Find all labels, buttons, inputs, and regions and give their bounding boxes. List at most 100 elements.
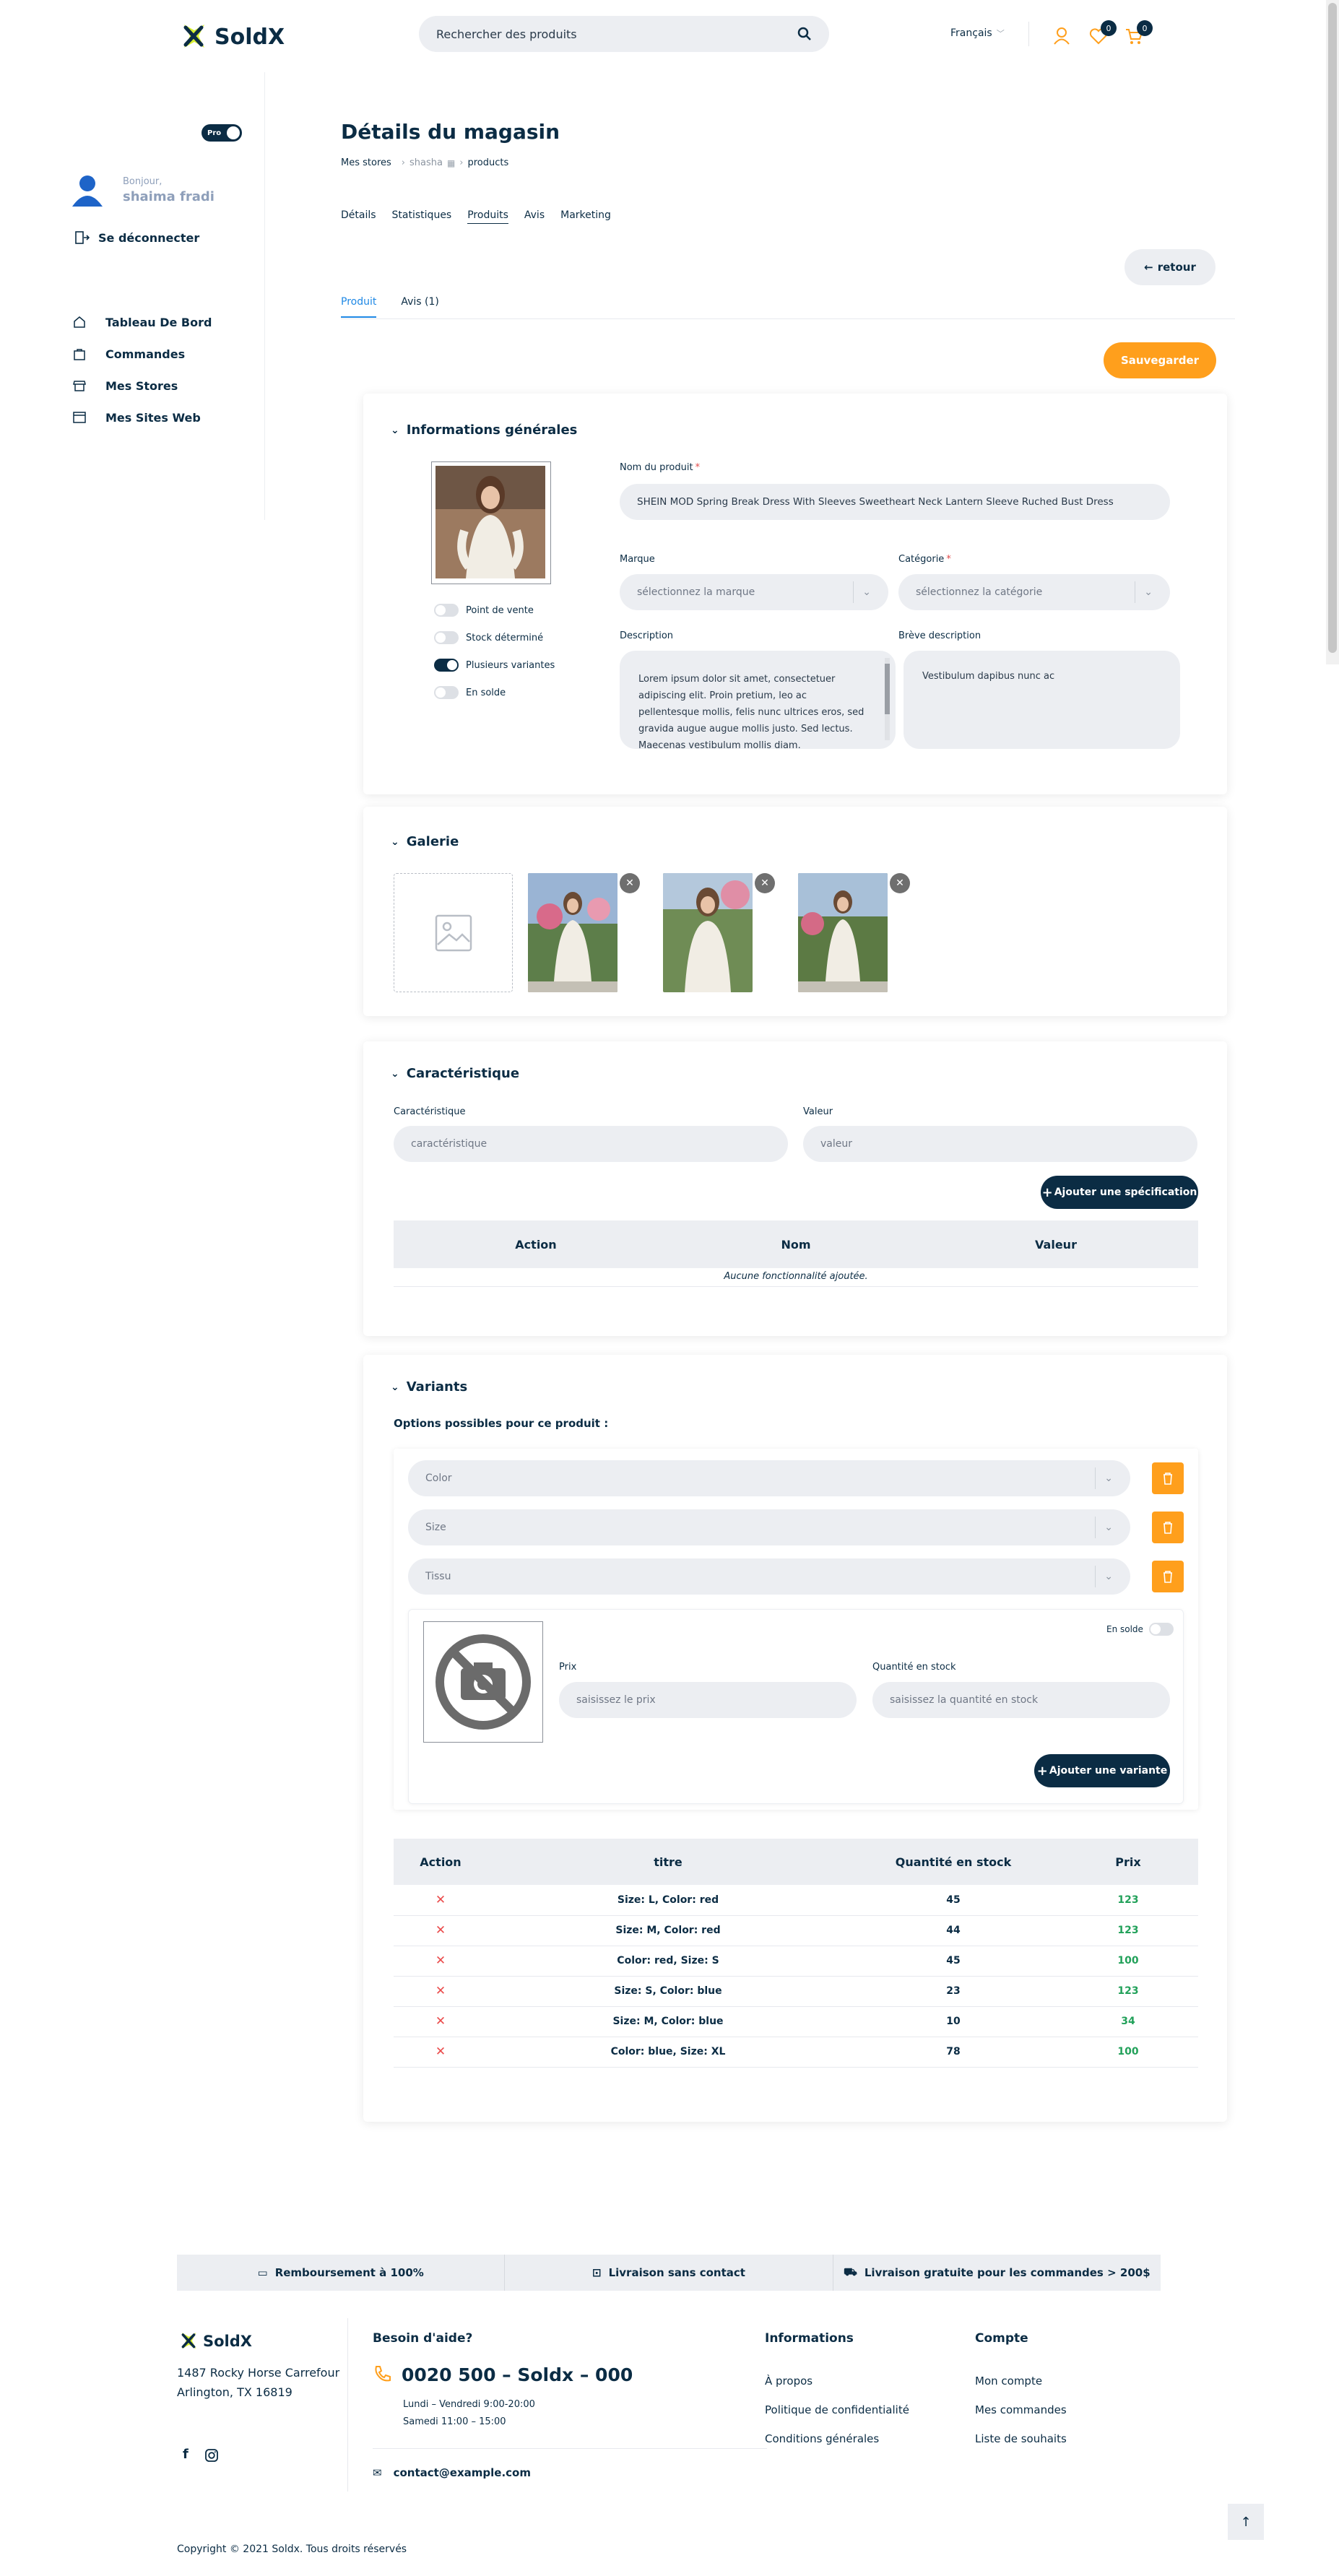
delete-option-button[interactable] <box>1152 1512 1184 1543</box>
tab-details[interactable]: Détails <box>341 209 376 224</box>
variant-price: 100 <box>1058 2037 1198 2068</box>
tab-reviews[interactable]: Avis <box>524 209 545 224</box>
short-description-textarea[interactable]: Vestibulum dapibus nunc ac <box>904 651 1180 749</box>
footer-link-terms[interactable]: Conditions générales <box>765 2432 879 2445</box>
gallery-image[interactable] <box>798 873 888 992</box>
feature-label: Caractéristique <box>394 1106 466 1117</box>
footer-link-about[interactable]: À propos <box>765 2375 812 2388</box>
feature-input[interactable]: caractéristique <box>394 1126 788 1162</box>
stock-label: Quantité en stock <box>872 1662 956 1673</box>
toggle-stock[interactable]: Stock déterminé <box>434 631 543 644</box>
variant-price: 34 <box>1058 2006 1198 2037</box>
footer-link-privacy[interactable]: Politique de confidentialité <box>765 2403 909 2416</box>
add-spec-button[interactable]: + Ajouter une spécification <box>1041 1176 1198 1209</box>
value-label: Valeur <box>803 1106 833 1117</box>
subtab-product[interactable]: Produit <box>341 296 377 318</box>
language-select[interactable]: Français ﹀ <box>950 27 1005 39</box>
search-input[interactable]: Rechercher des produits <box>436 27 577 41</box>
features-header[interactable]: ⌄ Caractéristique <box>391 1066 519 1081</box>
sidebar-item-websites[interactable]: Mes Sites Web <box>72 410 201 425</box>
toggle-on-sale[interactable]: En solde <box>434 686 506 699</box>
toggle-switch[interactable] <box>434 686 459 699</box>
page-scrollbar[interactable] <box>1326 0 1339 664</box>
tab-statistics[interactable]: Statistiques <box>392 209 452 224</box>
tab-products[interactable]: Produits <box>467 209 508 224</box>
gallery-image[interactable] <box>663 873 753 992</box>
footer-link-wishlist[interactable]: Liste de souhaits <box>975 2432 1067 2445</box>
add-image-dropzone[interactable] <box>394 873 513 992</box>
feature-label: Livraison gratuite pour les commandes > … <box>864 2266 1150 2279</box>
delete-option-button[interactable] <box>1152 1561 1184 1592</box>
option-select-size[interactable]: Size ⌄ <box>408 1509 1130 1545</box>
gallery-image[interactable] <box>528 873 618 992</box>
user-icon[interactable] <box>1052 26 1071 45</box>
delete-variant-icon[interactable]: ✕ <box>394 1885 488 1916</box>
toggle-switch[interactable] <box>1148 1623 1174 1636</box>
description-textarea[interactable]: Lorem ipsum dolor sit amet, consectetuer… <box>620 651 896 749</box>
toggle-variants[interactable]: Plusieurs variantes <box>434 659 555 672</box>
option-select-fabric[interactable]: Tissu ⌄ <box>408 1558 1130 1595</box>
delete-variant-icon[interactable]: ✕ <box>394 2006 488 2037</box>
footer-email[interactable]: ✉ contact@example.com <box>373 2466 531 2479</box>
pro-toggle[interactable]: Pro <box>202 124 242 142</box>
browser-icon <box>73 412 86 423</box>
remove-image-button[interactable]: ✕ <box>755 873 775 893</box>
breadcrumb: Mes stores › shasha ▦ › products <box>341 157 508 168</box>
tab-marketing[interactable]: Marketing <box>560 209 611 224</box>
toggle-point-of-sale[interactable]: Point de vente <box>434 604 534 617</box>
delete-option-button[interactable] <box>1152 1462 1184 1494</box>
instagram-icon[interactable] <box>204 2448 219 2463</box>
breadcrumb-item[interactable]: Mes stores <box>341 157 391 168</box>
header-logo[interactable]: SoldX <box>177 20 285 53</box>
search-bar[interactable]: Rechercher des produits <box>419 16 829 52</box>
toggle-switch[interactable] <box>434 631 459 644</box>
variants-header[interactable]: ⌄ Variants <box>391 1379 467 1395</box>
category-select[interactable]: sélectionnez la catégorie ⌄ <box>898 574 1170 610</box>
remove-image-button[interactable]: ✕ <box>890 873 910 893</box>
textarea-scrollbar[interactable] <box>885 658 890 740</box>
toggle-switch[interactable] <box>434 659 459 672</box>
option-select-color[interactable]: Color ⌄ <box>408 1460 1130 1496</box>
scroll-top-button[interactable]: ↑ <box>1228 2504 1264 2540</box>
back-button[interactable]: ← retour <box>1124 249 1216 285</box>
brand-name: SoldX <box>203 2333 252 2350</box>
subtab-reviews[interactable]: Avis (1) <box>401 296 439 318</box>
variant-on-sale[interactable]: En solde <box>1106 1623 1174 1636</box>
search-icon[interactable] <box>797 27 812 41</box>
value-input[interactable]: valeur <box>803 1126 1197 1162</box>
gallery-header[interactable]: ⌄ Galerie <box>391 834 459 849</box>
remove-image-button[interactable]: ✕ <box>620 873 640 893</box>
delete-variant-icon[interactable]: ✕ <box>394 1946 488 1977</box>
delete-variant-icon[interactable]: ✕ <box>394 1915 488 1946</box>
facebook-icon[interactable]: f <box>183 2447 188 2462</box>
general-info-header[interactable]: ⌄ Informations générales <box>391 422 577 438</box>
footer-logo[interactable]: SoldX <box>177 2330 252 2353</box>
product-name-input[interactable]: SHEIN MOD Spring Break Dress With Sleeve… <box>620 484 1170 520</box>
footer-link-account[interactable]: Mon compte <box>975 2375 1042 2388</box>
toggle-label: Plusieurs variantes <box>466 659 555 671</box>
breadcrumb-item[interactable]: shasha <box>410 157 443 168</box>
options-panel: Color ⌄ Size ⌄ Tissu ⌄ En solde Prix sai… <box>394 1449 1198 1810</box>
brand-select[interactable]: sélectionnez la marque ⌄ <box>620 574 888 610</box>
footer-address-2: Arlington, TX 16819 <box>177 2385 292 2399</box>
footer-phone[interactable]: 0020 500 – Soldx – 000 <box>402 2364 633 2385</box>
sidebar-item-dashboard[interactable]: Tableau De Bord <box>72 315 212 329</box>
column-header: Valeur <box>1035 1237 1077 1252</box>
price-label: Prix <box>559 1662 577 1673</box>
delete-variant-icon[interactable]: ✕ <box>394 1976 488 2007</box>
sidebar-item-stores[interactable]: Mes Stores <box>72 378 178 393</box>
logout-link[interactable]: Se déconnecter <box>74 230 199 246</box>
price-input[interactable]: saisissez le prix <box>559 1682 857 1718</box>
variant-image-upload[interactable] <box>423 1621 543 1743</box>
logo-icon <box>181 2333 196 2349</box>
save-button[interactable]: Sauvegarder <box>1104 342 1216 378</box>
sidebar-item-label: Mes Stores <box>105 378 178 393</box>
section-title: Informations générales <box>406 422 578 438</box>
sidebar-item-orders[interactable]: Commandes <box>72 347 185 361</box>
stock-input[interactable]: saisissez la quantité en stock <box>872 1682 1170 1718</box>
footer-link-orders[interactable]: Mes commandes <box>975 2403 1067 2416</box>
toggle-switch[interactable] <box>434 604 459 617</box>
product-image[interactable] <box>431 461 551 584</box>
add-variant-button[interactable]: + Ajouter une variante <box>1034 1754 1170 1787</box>
delete-variant-icon[interactable]: ✕ <box>394 2037 488 2068</box>
